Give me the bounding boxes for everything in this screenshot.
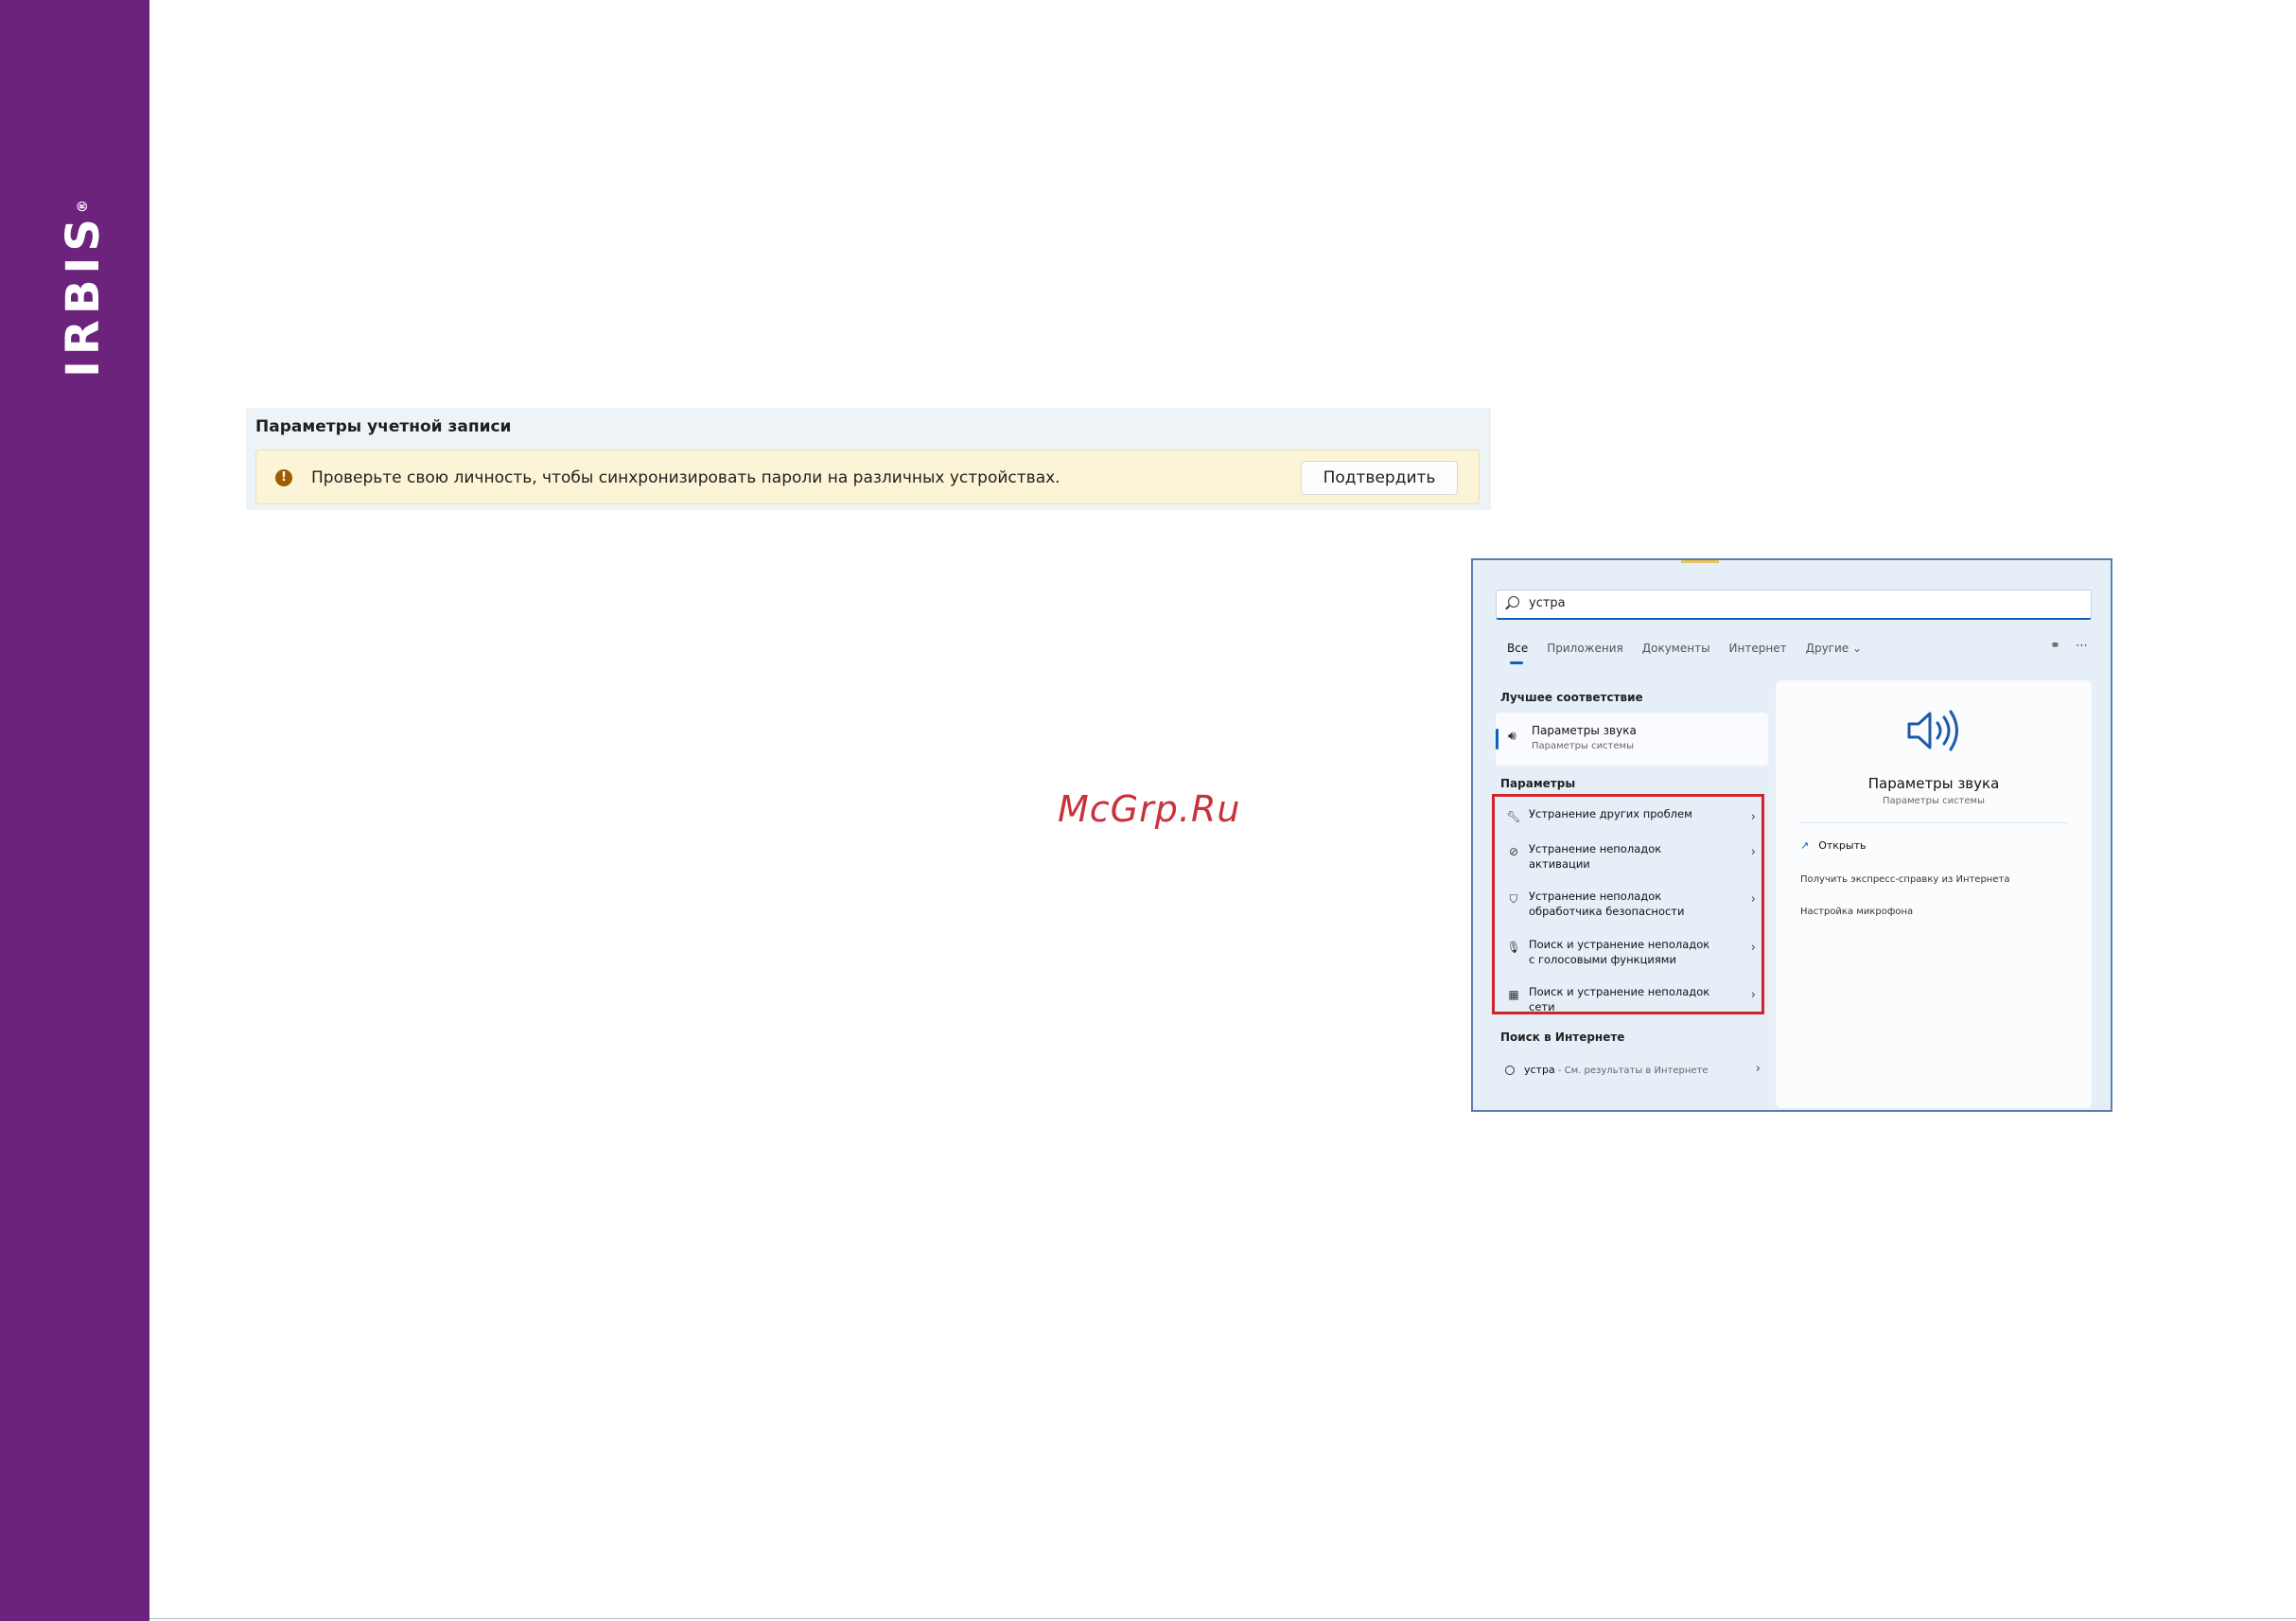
top-glow (1681, 560, 1719, 563)
confirm-button[interactable]: Подтвердить (1301, 461, 1458, 495)
wrench-icon: 🔧︎ (1506, 810, 1521, 823)
chevron-right-icon: › (1750, 845, 1756, 859)
microphone-icon: 🎙︎ (1506, 941, 1521, 954)
chevron-right-icon: › (1750, 941, 1756, 955)
speaker-icon: 🔊︎ (1508, 729, 1516, 744)
search-tools: ⚭ ⋯ (2035, 639, 2088, 653)
watermark: McGrp.Ru (1058, 788, 1241, 830)
chevron-right-icon: › (1755, 1062, 1761, 1076)
account-switch-icon[interactable]: ⚭ (2050, 639, 2060, 653)
logo-text: IRBIS® (57, 200, 110, 378)
shield-icon: ⛉ (1509, 892, 1518, 906)
windows-search-screenshot: устра Все Приложения Документы Интернет Друг… (1471, 558, 2112, 1112)
open-icon: ↗ (1800, 839, 1810, 852)
tab-apps[interactable]: Приложения (1547, 642, 1623, 655)
search-input[interactable]: устра (1496, 590, 2092, 620)
search-icon (1505, 1066, 1515, 1075)
open-action[interactable]: ↗ Открыть (1800, 839, 1867, 852)
brand-sidebar: IRBIS® (0, 0, 149, 1621)
microphone-setup-link[interactable]: Настройка микрофона (1800, 907, 1913, 917)
activation-icon: ⊘ (1508, 845, 1519, 858)
account-settings-title: Параметры учетной записи (255, 417, 512, 436)
best-match-heading: Лучшее соответствие (1500, 691, 1643, 704)
tab-other[interactable]: Другие ⌄ (1806, 642, 1862, 655)
tab-internet[interactable]: Интернет (1729, 642, 1787, 655)
best-match-item[interactable]: 🔊︎ Параметры звука Параметры системы (1496, 713, 1768, 766)
irbis-logo: IRBIS® (47, 175, 123, 412)
account-settings-screenshot: Параметры учетной записи ! Проверьте сво… (246, 408, 1491, 510)
warning-icon: ! (275, 469, 292, 486)
chevron-right-icon: › (1750, 988, 1756, 1002)
best-match-title: Параметры звука (1532, 724, 1637, 737)
highlight-box: 🔧︎ Устранение других проблем › ⊘ Устране… (1492, 794, 1764, 1014)
chevron-right-icon: › (1750, 892, 1756, 907)
chevron-right-icon: › (1750, 810, 1756, 824)
preview-pane: Параметры звука Параметры системы ↗ Откры… (1776, 680, 2092, 1108)
search-query: устра (1529, 596, 1566, 610)
best-match-subtitle: Параметры системы (1532, 741, 1634, 751)
preview-title: Параметры звука (1867, 775, 2000, 792)
web-search-item[interactable]: устра - См. результаты в Интернете › (1505, 1062, 1761, 1076)
search-icon (1508, 596, 1519, 608)
more-icon[interactable]: ⋯ (2076, 639, 2088, 653)
selection-bar (1496, 729, 1499, 749)
active-tab-indicator (1510, 661, 1523, 664)
divider (1799, 822, 2068, 823)
params-heading: Параметры (1500, 777, 1576, 790)
web-heading: Поиск в Интернете (1500, 1031, 1625, 1044)
help-link[interactable]: Получить экспресс-справку из Интернета (1800, 874, 2009, 885)
footer-divider (149, 1618, 2296, 1619)
preview-subtitle: Параметры системы (1883, 796, 1985, 806)
verify-banner: ! Проверьте свою личность, чтобы синхрон… (255, 449, 1480, 504)
search-tabs: Все Приложения Документы Интернет Другие ⌄ (1507, 642, 1881, 655)
network-icon: ▦ (1508, 988, 1519, 1001)
tab-all[interactable]: Все (1507, 642, 1528, 655)
tab-documents[interactable]: Документы (1642, 642, 1710, 655)
banner-text: Проверьте свою личность, чтобы синхрониз… (311, 468, 1060, 487)
speaker-icon (1907, 710, 1958, 751)
